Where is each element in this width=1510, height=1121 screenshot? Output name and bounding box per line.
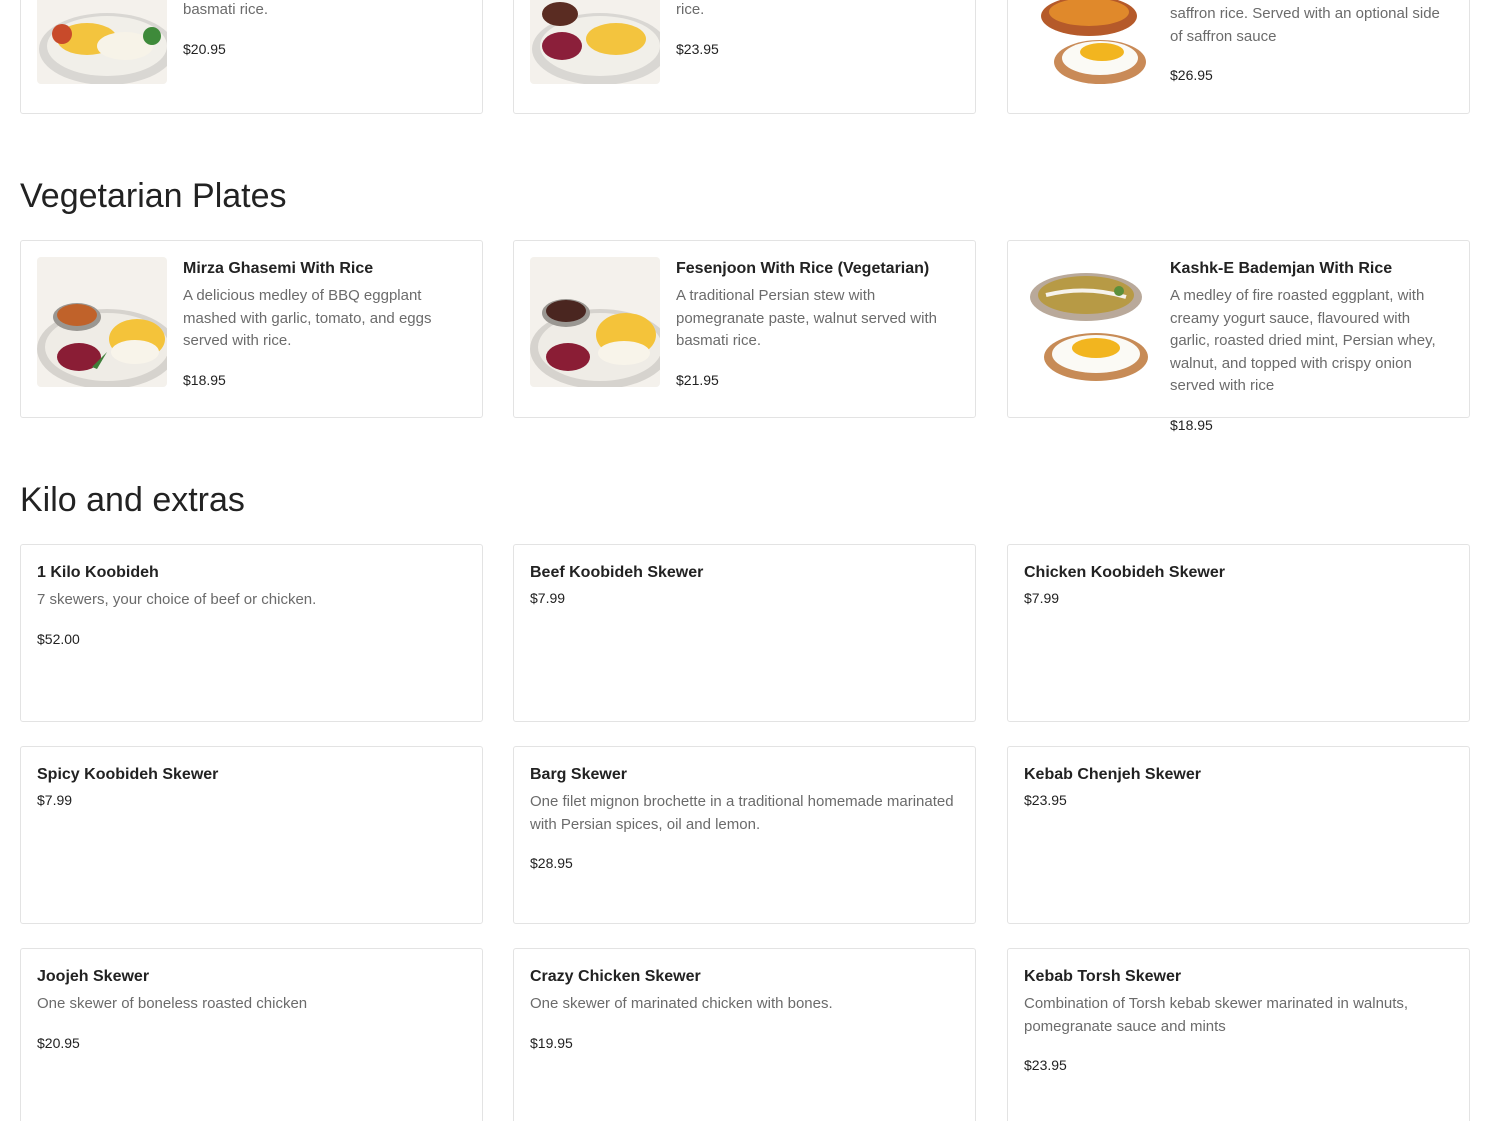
menu-item-card[interactable]: 1 Kilo Koobideh 7 skewers, your choice o… (20, 544, 483, 722)
item-description: A medley of fire roasted eggplant, with … (1170, 287, 1436, 394)
item-name[interactable]: Kashk-E Bademjan With Rice (1170, 258, 1453, 280)
food-image (37, 0, 167, 84)
food-image-kashk-e-bademjan (1024, 257, 1154, 387)
item-name[interactable]: Kebab Chenjeh Skewer (1024, 764, 1453, 786)
food-image-mirza-ghasemi (37, 257, 167, 387)
item-name[interactable]: Mirza Ghasemi With Rice (183, 258, 466, 280)
item-name[interactable]: 1 Kilo Koobideh (37, 562, 466, 584)
item-description: pomegranate paste, walnut and in-bone ch… (676, 1, 705, 18)
section-title-vegetarian: Vegetarian Plates (20, 177, 287, 215)
item-price: $26.95 (1170, 67, 1213, 83)
menu-item-card[interactable]: Kebab Chenjeh Skewer $23.95 (1007, 746, 1470, 924)
item-price: $23.95 (1024, 1057, 1067, 1073)
menu-item-card[interactable]: Barg Skewer One filet mignon brochette i… (513, 746, 976, 924)
item-price: $18.95 (1170, 416, 1213, 433)
food-image (1024, 0, 1154, 84)
item-description: One skewer of boneless roasted chicken (37, 995, 308, 1012)
item-price: $7.99 (37, 792, 73, 808)
item-description: 7 skewers, your choice of beef or chicke… (37, 591, 317, 608)
item-description: One filet mignon brochette in a traditio… (530, 793, 954, 833)
food-image (530, 0, 660, 84)
menu-item-card[interactable]: Spicy Koobideh Skewer $7.99 (20, 746, 483, 924)
item-price: $20.95 (37, 1034, 80, 1051)
item-price: $7.99 (1024, 590, 1060, 606)
item-description: basmati rice. (183, 1, 269, 18)
item-price: $23.95 (676, 40, 719, 57)
menu-item-card[interactable]: Mirza Ghasemi With Rice A delicious medl… (20, 240, 483, 418)
item-price: $23.95 (1024, 792, 1067, 808)
item-price: $52.00 (37, 630, 80, 647)
item-description: A traditional Persian stew with pomegran… (676, 287, 937, 349)
food-image-fesenjoon (530, 257, 660, 387)
item-name[interactable]: Fesenjoon With Rice (Vegetarian) (676, 258, 959, 280)
menu-item-card[interactable]: Fesenjoon With Rice (Vegetarian) A tradi… (513, 240, 976, 418)
menu-item-card[interactable]: Joojeh Skewer One skewer of boneless roa… (20, 948, 483, 1121)
menu-item-card[interactable]: saffron rice. Served with an optional si… (1007, 0, 1470, 114)
item-name[interactable]: Spicy Koobideh Skewer (37, 764, 466, 786)
item-price: $18.95 (183, 371, 226, 388)
item-name[interactable]: Kebab Torsh Skewer (1024, 966, 1453, 988)
menu-item-card[interactable]: Beef Koobideh Skewer $7.99 (513, 544, 976, 722)
item-name[interactable]: Joojeh Skewer (37, 966, 466, 988)
item-price: $28.95 (530, 855, 573, 871)
item-description: Combination of Torsh kebab skewer marina… (1024, 995, 1409, 1035)
menu-item-card[interactable]: Kashk-E Bademjan With Rice A medley of f… (1007, 240, 1470, 433)
menu-item-card[interactable]: Crazy Chicken Skewer One skewer of marin… (513, 948, 976, 1121)
item-name[interactable]: Beef Koobideh Skewer (530, 562, 959, 584)
item-description: One skewer of marinated chicken with bon… (530, 995, 833, 1012)
section-title-kilo-and-extras: Kilo and extras (20, 481, 245, 519)
menu-item-card[interactable]: pomegranate paste, walnut and in-bone ch… (513, 0, 976, 114)
menu-item-card[interactable]: Kebab Torsh Skewer Combination of Torsh … (1007, 948, 1470, 1121)
item-name[interactable]: Barg Skewer (530, 764, 959, 786)
item-description: A delicious medley of BBQ eggplant mashe… (183, 287, 432, 349)
item-name[interactable]: Crazy Chicken Skewer (530, 966, 959, 988)
item-price: $21.95 (676, 371, 719, 388)
item-price: $19.95 (530, 1034, 573, 1051)
menu-item-card[interactable]: basmati rice. $20.95 (20, 0, 483, 114)
item-price: $7.99 (530, 590, 566, 606)
item-price: $20.95 (183, 40, 226, 57)
item-name[interactable]: Chicken Koobideh Skewer (1024, 562, 1453, 584)
item-description: saffron rice. Served with an optional si… (1170, 5, 1440, 45)
menu-item-card[interactable]: Chicken Koobideh Skewer $7.99 (1007, 544, 1470, 722)
